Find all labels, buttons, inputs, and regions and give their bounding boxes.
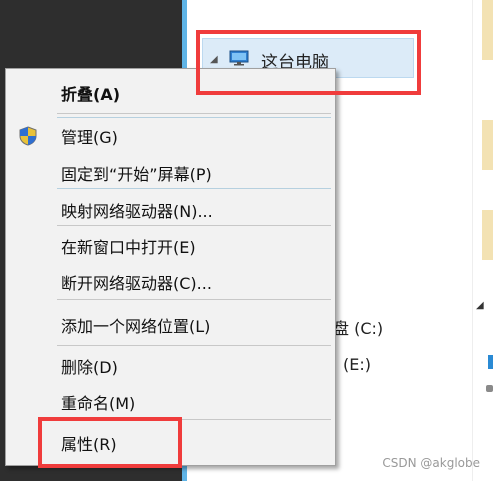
uac-shield-icon [19,126,37,146]
highlight-box-this-pc [196,30,421,95]
watermark-text: CSDN @akglobe [382,456,480,470]
folder-thumbnail [482,0,493,60]
menu-item-collapse[interactable]: 折叠(A) [61,81,120,105]
menu-separator [57,113,331,114]
folder-thumbnail [482,120,493,170]
drive-e-label[interactable]: (E:) [343,355,371,374]
drive-icon [488,355,493,369]
menu-item-rename[interactable]: 重命名(M) [61,390,135,414]
highlight-box-properties [38,417,182,468]
menu-item-add-network-location[interactable]: 添加一个网络位置(L) [61,313,210,337]
menu-item-pin-to-start[interactable]: 固定到“开始”屏幕(P) [61,161,212,185]
chevron-up-icon[interactable]: ◢ [476,300,484,311]
menu-separator [57,188,331,189]
menu-item-open-new-window[interactable]: 在新窗口中打开(E) [61,234,196,258]
menu-separator [57,225,331,226]
drive-c-label[interactable]: 盘 (C:) [333,315,383,339]
menu-separator [57,345,331,346]
menu-separator [57,117,331,118]
drive-icon [486,385,493,392]
menu-item-map-network-drive[interactable]: 映射网络驱动器(N)... [61,198,213,222]
menu-item-delete[interactable]: 删除(D) [61,354,118,378]
menu-item-disconnect-network-drive[interactable]: 断开网络驱动器(C)... [61,270,212,294]
folder-thumbnail [482,210,493,260]
context-menu: 折叠(A) 管理(G) 固定到“开始”屏幕(P) 映射网络驱动器(N)... 在… [5,68,336,466]
menu-separator [57,299,331,300]
menu-item-manage[interactable]: 管理(G) [61,124,118,148]
pane-divider [472,0,473,481]
